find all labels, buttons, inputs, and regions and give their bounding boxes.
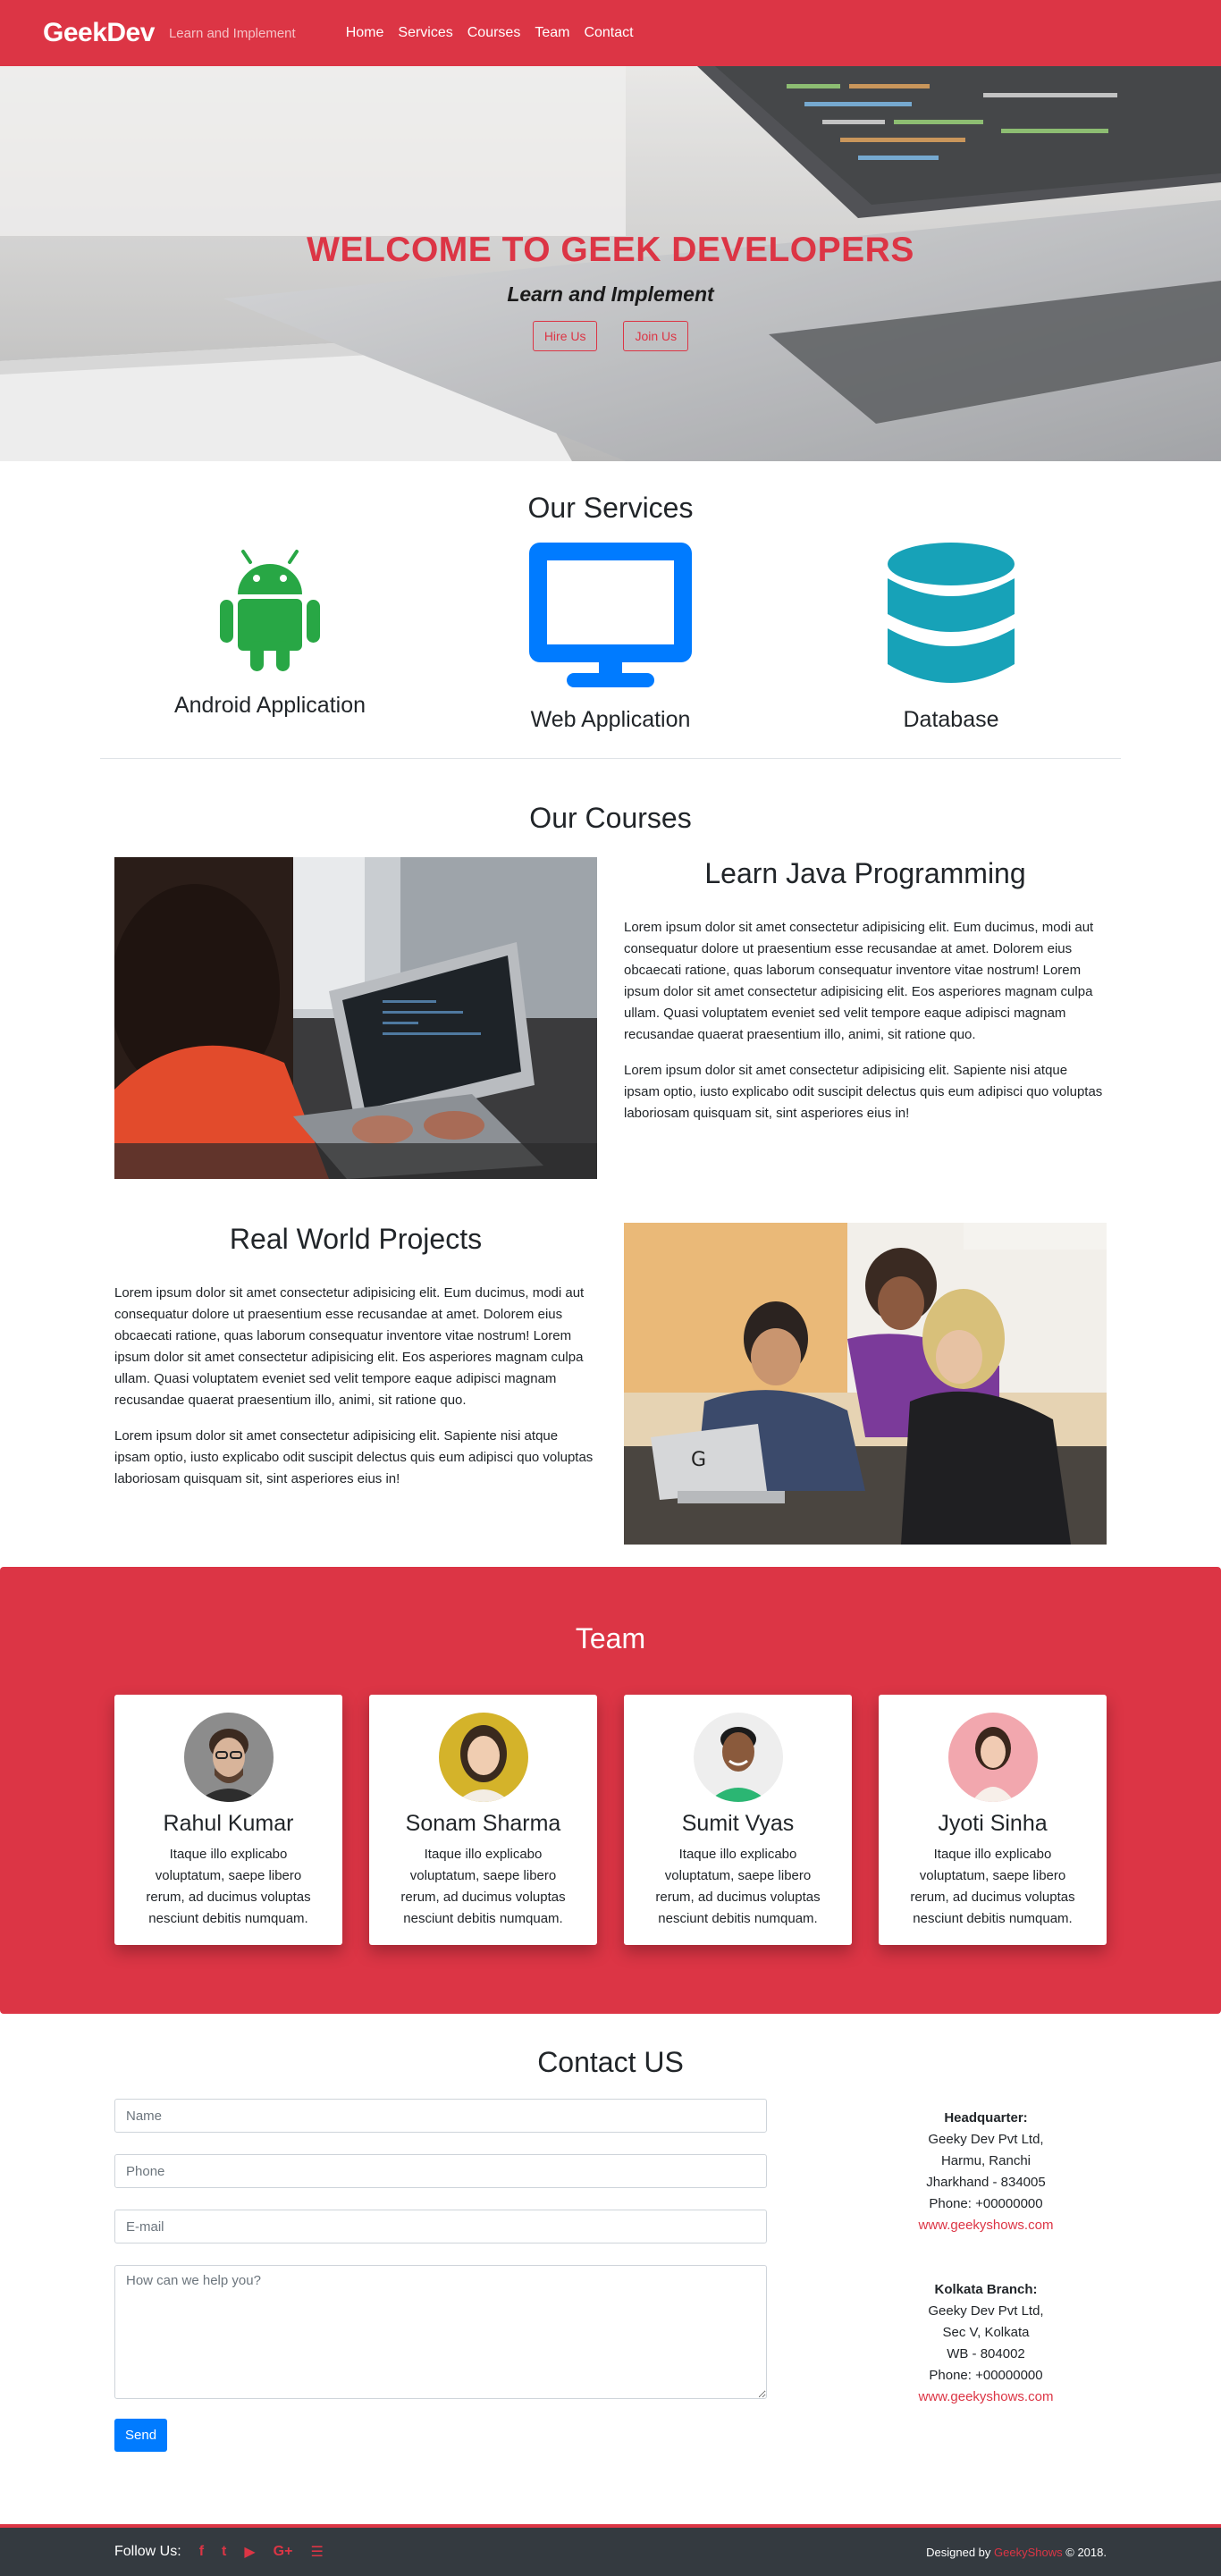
courses-section: Our Courses Learn Java Programming Lorem…	[114, 759, 1107, 1545]
follow-label: Follow Us:	[114, 2544, 181, 2559]
contact-title: Contact US	[537, 2046, 684, 2078]
team-section: Team Rahul Kumar Itaque illo explicabo v…	[0, 1567, 1221, 2014]
team-title: Team	[575, 1622, 646, 1654]
join-us-button[interactable]: Join Us	[623, 321, 689, 351]
services-title: Our Services	[527, 492, 694, 524]
android-icon	[220, 550, 320, 671]
member-name: Jyoti Sinha	[938, 1811, 1048, 1836]
credit-prefix: Designed by	[926, 2545, 991, 2559]
nav-link-services[interactable]: Services	[398, 25, 452, 41]
member-description: Itaque illo explicabo voluptatum, saepe …	[400, 1847, 566, 1926]
send-button[interactable]: Send	[114, 2419, 168, 2452]
address-line: WB - 804002	[947, 2346, 1025, 2361]
message-field[interactable]	[114, 2265, 767, 2399]
email-field[interactable]	[114, 2210, 767, 2243]
address-title: Headquarter:	[944, 2110, 1028, 2126]
avatar	[183, 1713, 274, 1802]
footer: Follow Us: f t ▶ G+ ☰ Designed by GeekyS…	[0, 2524, 1221, 2576]
contact-form: Send	[114, 2099, 767, 2452]
address-line: Geeky Dev Pvt Ltd,	[928, 2303, 1044, 2319]
course-row-java: Learn Java Programming Lorem ipsum dolor…	[114, 857, 1107, 1179]
address-phone: Phone: +00000000	[929, 2368, 1043, 2383]
course-image-java	[114, 857, 597, 1179]
service-label-android: Android Application	[173, 693, 366, 718]
avatar	[693, 1713, 783, 1802]
address-line: Jharkhand - 834005	[926, 2175, 1046, 2190]
nav-link-contact[interactable]: Contact	[584, 25, 633, 41]
member-description: Itaque illo explicabo voluptatum, saepe …	[910, 1847, 1075, 1926]
svg-text:G: G	[691, 1449, 706, 1471]
phone-field[interactable]	[114, 2154, 767, 2188]
services-section: Our Services Android Application Web App…	[100, 461, 1121, 759]
nav-link-home[interactable]: Home	[346, 25, 384, 41]
service-web: Web Application	[441, 543, 780, 733]
database-icon	[888, 543, 1015, 683]
team-card: Sumit Vyas Itaque illo explicabo volupta…	[624, 1695, 852, 1945]
follow-us: Follow Us: f t ▶ G+ ☰	[114, 2543, 324, 2561]
course-paragraph: Lorem ipsum dolor sit amet consectetur a…	[114, 1428, 594, 1486]
footer-credit: Designed by GeekyShows © 2018.	[926, 2546, 1107, 2559]
contact-section: Contact US Send Headquarter: Geeky Dev P…	[114, 2014, 1107, 2452]
member-name: Sumit Vyas	[681, 1811, 795, 1836]
course-paragraph: Lorem ipsum dolor sit amet consectetur a…	[624, 1063, 1103, 1121]
course-row-projects: Real World Projects Lorem ipsum dolor si…	[114, 1223, 1107, 1545]
address-phone: Phone: +00000000	[929, 2196, 1043, 2211]
course-text-java: Learn Java Programming Lorem ipsum dolor…	[624, 857, 1107, 1179]
member-description: Itaque illo explicabo voluptatum, saepe …	[655, 1847, 821, 1926]
member-name: Rahul Kumar	[163, 1811, 294, 1836]
course-text-projects: Real World Projects Lorem ipsum dolor si…	[114, 1223, 597, 1545]
nav-link-courses[interactable]: Courses	[467, 25, 521, 41]
youtube-icon[interactable]: ▶	[244, 2543, 255, 2561]
service-android: Android Application	[100, 543, 440, 733]
website-link[interactable]: www.geekyshows.com	[919, 2389, 1054, 2404]
hire-us-button[interactable]: Hire Us	[532, 321, 598, 351]
name-field[interactable]	[114, 2099, 767, 2133]
team-card: Rahul Kumar Itaque illo explicabo volupt…	[114, 1695, 342, 1945]
address-title: Kolkata Branch:	[934, 2282, 1038, 2297]
credit-suffix: © 2018.	[1065, 2545, 1107, 2559]
service-label-database: Database	[903, 707, 999, 732]
course-paragraph: Lorem ipsum dolor sit amet consectetur a…	[624, 920, 1094, 1042]
contact-row: Send Headquarter: Geeky Dev Pvt Ltd, Har…	[114, 2099, 1107, 2452]
website-link[interactable]: www.geekyshows.com	[919, 2218, 1054, 2233]
navbar: GeekDev Learn and Implement Home Service…	[0, 0, 1221, 66]
twitter-icon[interactable]: t	[222, 2544, 226, 2560]
nav-link-team[interactable]: Team	[535, 25, 569, 41]
address-line: Harmu, Ranchi	[940, 2153, 1032, 2168]
hero-content: WELCOME TO GEEK DEVELOPERS Learn and Imp…	[0, 231, 1221, 351]
office-addresses: Headquarter: Geeky Dev Pvt Ltd, Harmu, R…	[865, 2099, 1107, 2452]
credit-link[interactable]: GeekyShows	[994, 2546, 1063, 2559]
address-kolkata: Kolkata Branch: Geeky Dev Pvt Ltd, Sec V…	[865, 2279, 1107, 2408]
address-line: Geeky Dev Pvt Ltd,	[928, 2132, 1044, 2147]
brand-logo[interactable]: GeekDev	[43, 18, 155, 48]
address-headquarter: Headquarter: Geeky Dev Pvt Ltd, Harmu, R…	[865, 2108, 1107, 2236]
hero-buttons: Hire Us Join Us	[0, 321, 1221, 351]
brand-tagline: Learn and Implement	[168, 25, 296, 41]
service-label-web: Web Application	[530, 707, 691, 732]
course-image-projects: G	[624, 1223, 1107, 1545]
team-row: Rahul Kumar Itaque illo explicabo volupt…	[114, 1695, 1107, 1945]
hero-banner: WELCOME TO GEEK DEVELOPERS Learn and Imp…	[0, 66, 1221, 461]
facebook-icon[interactable]: f	[199, 2544, 204, 2560]
courses-title: Our Courses	[529, 802, 692, 834]
service-database: Database	[781, 543, 1121, 733]
course-paragraph: Lorem ipsum dolor sit amet consectetur a…	[114, 1285, 585, 1408]
course-heading-java: Learn Java Programming	[704, 857, 1026, 889]
monitor-icon	[529, 543, 692, 687]
google-plus-icon[interactable]: G+	[274, 2544, 293, 2560]
address-line: Sec V, Kolkata	[942, 2325, 1030, 2340]
services-row: Android Application Web Application Data…	[100, 543, 1121, 733]
member-description: Itaque illo explicabo voluptatum, saepe …	[146, 1847, 311, 1926]
team-card: Sonam Sharma Itaque illo explicabo volup…	[369, 1695, 597, 1945]
course-heading-projects: Real World Projects	[229, 1223, 483, 1255]
avatar	[438, 1713, 528, 1802]
avatar	[947, 1713, 1038, 1802]
hero-subtitle: Learn and Implement	[507, 282, 714, 306]
team-card: Jyoti Sinha Itaque illo explicabo volupt…	[879, 1695, 1107, 1945]
nav-links: Home Services Courses Team Contact	[346, 25, 634, 41]
hero-title: WELCOME TO GEEK DEVELOPERS	[307, 231, 914, 269]
rss-icon[interactable]: ☰	[310, 2543, 323, 2561]
member-name: Sonam Sharma	[405, 1811, 561, 1836]
